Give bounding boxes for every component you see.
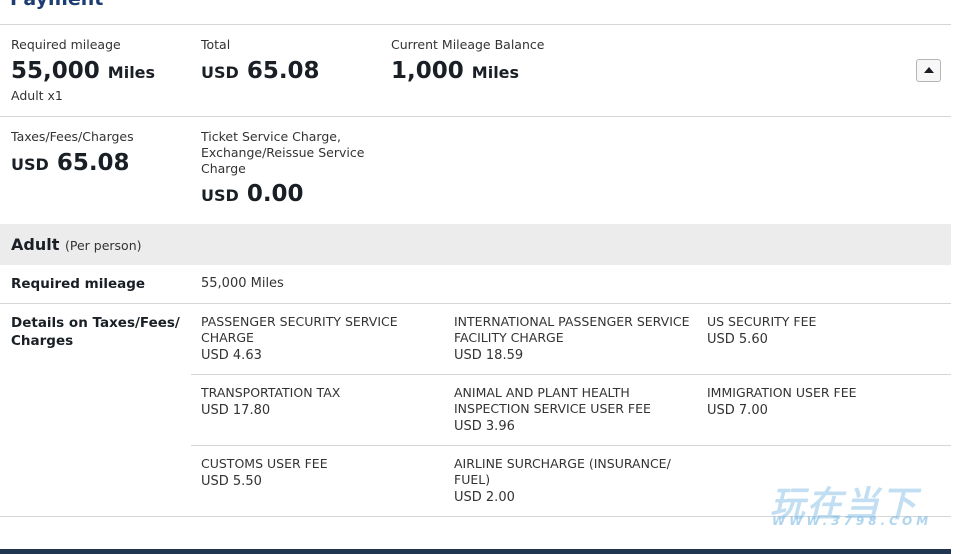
fee-name: TRANSPORTATION TAX bbox=[201, 385, 341, 400]
fee-name: INTERNATIONAL PASSENGER SERVICE FACILITY… bbox=[454, 314, 690, 345]
taxes-value: USD 65.08 bbox=[11, 150, 130, 176]
fee-item: IMMIGRATION USER FEE USD 7.00 bbox=[707, 385, 947, 419]
fee-name: CUSTOMS USER FEE bbox=[201, 456, 328, 471]
taxes-currency: USD bbox=[11, 155, 49, 174]
adult-required-mileage-label: Required mileage bbox=[11, 276, 146, 292]
divider bbox=[191, 374, 951, 375]
total-value: USD 65.08 bbox=[201, 58, 320, 84]
fee-name: US SECURITY FEE bbox=[707, 314, 817, 329]
ticket-service-label: Ticket Service Charge, Exchange/Reissue … bbox=[201, 129, 365, 176]
divider bbox=[191, 445, 951, 446]
adult-section-header bbox=[0, 224, 951, 265]
fee-amount: USD 7.00 bbox=[707, 403, 768, 418]
adult-title: Adult bbox=[11, 235, 60, 254]
caret-up-icon bbox=[924, 67, 934, 73]
ticket-service-value: USD 0.00 bbox=[201, 181, 304, 207]
total-currency: USD bbox=[201, 63, 239, 82]
fee-amount: USD 17.80 bbox=[201, 403, 271, 418]
details-taxes-label: Details on Taxes/Fees/ Charges bbox=[11, 315, 180, 349]
fee-amount: USD 2.00 bbox=[454, 490, 515, 505]
fee-name: AIRLINE SURCHARGE (INSURANCE/ FUEL) bbox=[454, 456, 671, 487]
fee-amount: USD 3.96 bbox=[454, 419, 515, 434]
fee-name: PASSENGER SECURITY SERVICE CHARGE bbox=[201, 314, 398, 345]
fee-amount: USD 18.59 bbox=[454, 348, 524, 363]
total-label: Total bbox=[201, 37, 231, 52]
footer-bar bbox=[0, 549, 951, 554]
fee-name: ANIMAL AND PLANT HEALTH INSPECTION SERVI… bbox=[454, 385, 651, 416]
taxes-amount: 65.08 bbox=[56, 150, 130, 176]
watermark-url: WWW.3798.COM bbox=[772, 514, 933, 528]
required-mileage-number: 55,000 bbox=[11, 58, 100, 84]
fee-item: US SECURITY FEE USD 5.60 bbox=[707, 314, 947, 348]
total-amount: 65.08 bbox=[246, 58, 320, 84]
fee-item: AIRLINE SURCHARGE (INSURANCE/ FUEL) USD … bbox=[454, 456, 679, 506]
fee-amount: USD 5.60 bbox=[707, 332, 768, 347]
fee-item: INTERNATIONAL PASSENGER SERVICE FACILITY… bbox=[454, 314, 699, 364]
taxes-label: Taxes/Fees/Charges bbox=[11, 129, 134, 144]
ticket-service-currency: USD bbox=[201, 186, 239, 205]
divider bbox=[0, 24, 951, 25]
required-mileage-label: Required mileage bbox=[11, 37, 121, 52]
required-mileage-unit: Miles bbox=[107, 63, 156, 82]
mileage-balance-number: 1,000 bbox=[391, 58, 464, 84]
divider bbox=[0, 303, 951, 304]
fee-item: PASSENGER SECURITY SERVICE CHARGE USD 4.… bbox=[201, 314, 441, 364]
collapse-button[interactable] bbox=[916, 59, 941, 82]
fee-name: IMMIGRATION USER FEE bbox=[707, 385, 857, 400]
fee-amount: USD 4.63 bbox=[201, 348, 262, 363]
required-mileage-value: 55,000 Miles bbox=[11, 58, 155, 84]
page-heading: Payment bbox=[10, 0, 103, 10]
fee-item: TRANSPORTATION TAX USD 17.80 bbox=[201, 385, 441, 419]
mileage-balance-unit: Miles bbox=[471, 63, 520, 82]
mileage-balance-value: 1,000 Miles bbox=[391, 58, 519, 84]
adult-count: Adult x1 bbox=[11, 88, 63, 103]
fee-amount: USD 5.50 bbox=[201, 474, 262, 489]
adult-required-mileage-value: 55,000 Miles bbox=[201, 276, 284, 291]
fee-item: CUSTOMS USER FEE USD 5.50 bbox=[201, 456, 441, 490]
divider bbox=[0, 116, 951, 117]
mileage-balance-label: Current Mileage Balance bbox=[391, 37, 545, 52]
fee-item: ANIMAL AND PLANT HEALTH INSPECTION SERVI… bbox=[454, 385, 674, 435]
ticket-service-amount: 0.00 bbox=[246, 181, 304, 207]
adult-subtitle: (Per person) bbox=[65, 238, 142, 253]
